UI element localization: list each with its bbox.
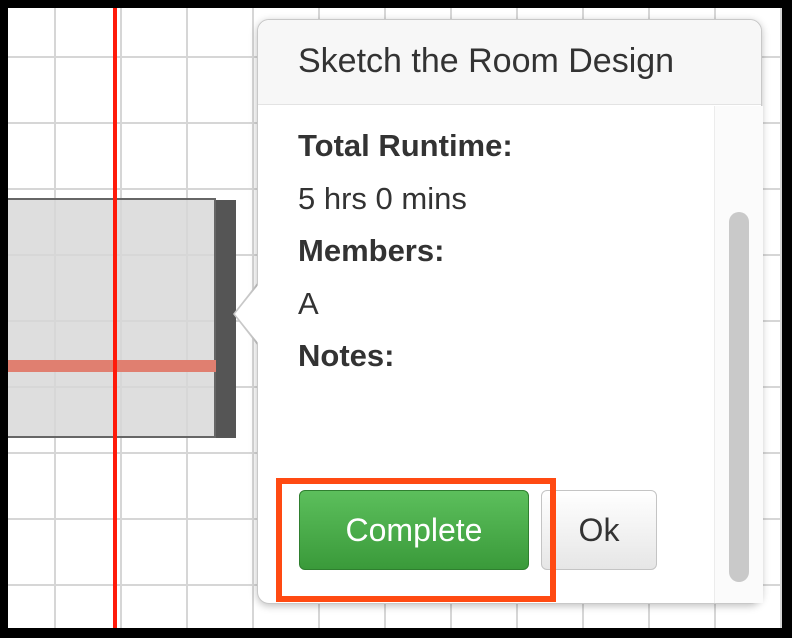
task-bar[interactable] [8,198,216,438]
popover-header: Sketch the Room Design [258,20,761,105]
ok-button[interactable]: Ok [541,490,657,570]
members-value: A [298,286,319,321]
popover-body: Total Runtime: 5 hrs 0 mins Members: A N… [298,120,708,435]
popover-scrollbar[interactable] [714,106,763,603]
popover-arrow-fill [235,284,259,344]
scrollbar-thumb[interactable] [729,212,749,582]
total-runtime-value: 5 hrs 0 mins [298,181,467,216]
notes-label: Notes: [298,338,395,373]
current-time-marker [113,8,117,628]
task-progress-bar [8,360,216,372]
highlight-box [276,478,556,602]
total-runtime-label: Total Runtime: [298,128,513,163]
notes-value [298,382,708,435]
members-label: Members: [298,233,445,268]
popover-title: Sketch the Room Design [298,42,675,80]
